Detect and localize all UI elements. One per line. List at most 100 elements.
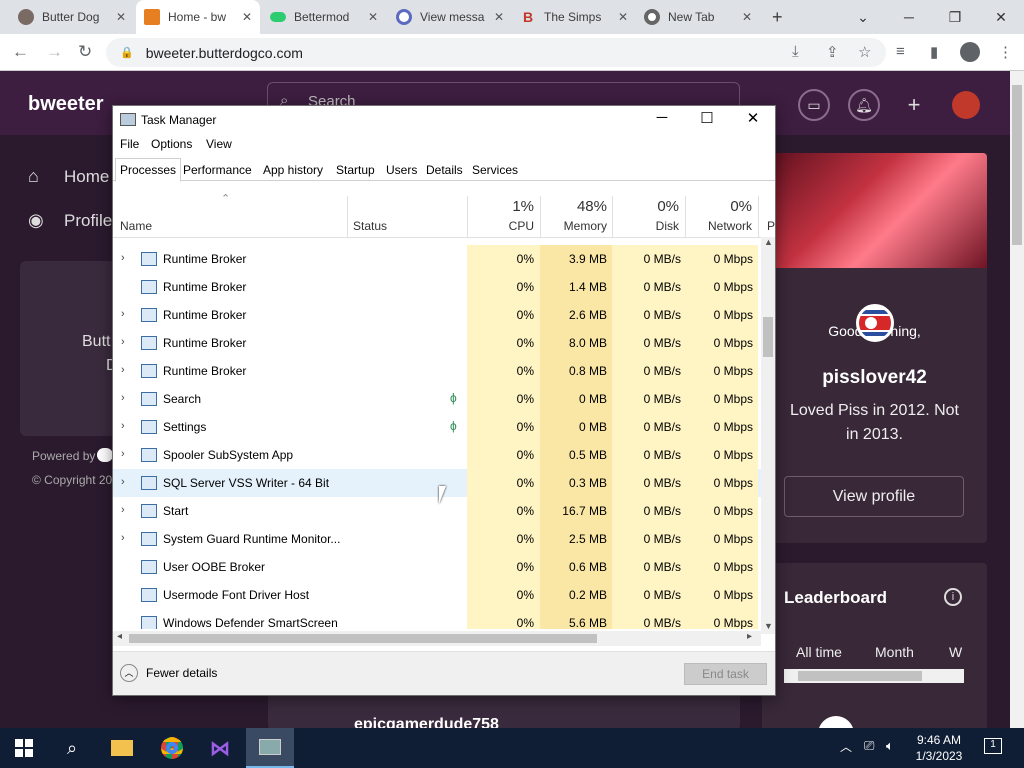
messages-icon[interactable]: ▭	[798, 89, 830, 121]
info-icon[interactable]: i	[944, 588, 962, 606]
browser-tab[interactable]: New Tab ✕	[636, 0, 760, 34]
leaderboard-tab-alltime[interactable]: All time	[796, 644, 842, 660]
scroll-left-icon[interactable]: ◂	[117, 631, 122, 642]
expand-chevron-icon[interactable]: ›	[121, 252, 125, 264]
profile-avatar-icon[interactable]	[960, 42, 980, 62]
address-bar[interactable]: 🔒 bweeter.butterdogco.com	[106, 38, 886, 67]
notification-center-icon[interactable]: 1	[984, 738, 1002, 754]
lock-icon[interactable]: 🔒	[120, 46, 134, 59]
table-row[interactable]: › SQL Server VSS Writer - 64 Bit 0% 0.3 MB 0…	[113, 469, 763, 497]
chrome-icon[interactable]	[148, 728, 196, 768]
close-tab-icon[interactable]: ✕	[368, 10, 378, 24]
start-windows-icon[interactable]	[0, 728, 48, 768]
notifications-bell-icon[interactable]: 🔔︎	[848, 89, 880, 121]
close-tab-icon[interactable]: ✕	[618, 10, 628, 24]
leaderboard-tab-week[interactable]: W	[949, 644, 962, 660]
process-list-hscrollbar[interactable]: ◂ ▸	[113, 631, 761, 646]
scroll-down-icon[interactable]: ▼	[764, 621, 773, 631]
minimize-icon[interactable]: ─	[640, 109, 684, 126]
close-tab-icon[interactable]: ✕	[116, 10, 126, 24]
scroll-right-icon[interactable]: ▸	[747, 631, 752, 642]
hscroll-thumb[interactable]	[129, 634, 597, 643]
table-row[interactable]: › Settings ϕ 0% 0 MB 0 MB/s 0 Mbps	[113, 413, 763, 441]
table-row[interactable]: User OOBE Broker 0% 0.6 MB 0 MB/s 0 Mbps	[113, 553, 763, 581]
close-window-icon[interactable]: ✕	[978, 0, 1024, 34]
table-row[interactable]: › Spooler SubSystem App 0% 0.5 MB 0 MB/s 0 Mb…	[113, 441, 763, 469]
close-tab-icon[interactable]: ✕	[242, 10, 252, 24]
browser-tab[interactable]: Bettermod ✕	[262, 0, 386, 34]
minimize-icon[interactable]: ─	[886, 0, 932, 34]
system-clock[interactable]: 9:46 AM 1/3/2023	[906, 732, 972, 764]
tab-startup[interactable]: Startup	[332, 161, 379, 181]
task-manager-taskbar-icon[interactable]	[246, 728, 294, 768]
expand-chevron-icon[interactable]: ›	[121, 448, 125, 460]
fewer-details-button[interactable]: ︿ Fewer details	[120, 664, 217, 682]
close-tab-icon[interactable]: ✕	[742, 10, 752, 24]
network-icon[interactable]: ⎚	[864, 738, 874, 754]
new-tab-button[interactable]: +	[764, 0, 794, 34]
expand-chevron-icon[interactable]: ›	[121, 364, 125, 376]
page-scrollbar[interactable]	[1010, 71, 1024, 728]
table-row[interactable]: Runtime Broker 0% 1.4 MB 0 MB/s 0 Mbps	[113, 273, 763, 301]
site-logo[interactable]: bweeter	[28, 93, 104, 116]
sidebar-item-profile[interactable]: ◉ Profile	[28, 210, 112, 231]
end-task-button[interactable]: End task	[684, 663, 767, 685]
menu-view[interactable]: View	[206, 137, 232, 151]
expand-chevron-icon[interactable]: ›	[121, 336, 125, 348]
taskbar-search-icon[interactable]: ⌕	[48, 728, 96, 768]
table-row[interactable]: › Start 0% 16.7 MB 0 MB/s 0 Mbps	[113, 497, 763, 525]
forward-icon[interactable]: →	[46, 42, 63, 62]
table-row[interactable]: › Search ϕ 0% 0 MB 0 MB/s 0 Mbps	[113, 385, 763, 413]
volume-icon[interactable]: 🔈︎	[886, 738, 894, 754]
sidebar-item-home[interactable]: ⌂ Home	[28, 166, 109, 187]
tray-overflow-icon[interactable]: ︿	[840, 738, 852, 755]
back-icon[interactable]: ←	[12, 42, 29, 62]
tab-details[interactable]: Details	[422, 161, 467, 181]
side-panel-icon[interactable]: ▮	[930, 43, 938, 61]
scroll-up-icon[interactable]: ▲	[764, 237, 773, 247]
tab-services[interactable]: Services	[468, 161, 522, 181]
vscroll-thumb[interactable]	[763, 317, 773, 357]
maximize-icon[interactable]: ☐	[685, 109, 729, 127]
table-row[interactable]: Windows Defender SmartScreen 0% 5.6 MB 0 MB…	[113, 609, 763, 629]
table-row[interactable]: › Runtime Broker 0% 0.8 MB 0 MB/s 0 Mbps	[113, 357, 763, 385]
tab-search-icon[interactable]: ⌄	[840, 0, 886, 34]
add-post-icon[interactable]: +	[898, 89, 930, 121]
tab-users[interactable]: Users	[382, 161, 421, 181]
expand-chevron-icon[interactable]: ›	[121, 392, 125, 404]
expand-chevron-icon[interactable]: ›	[121, 476, 125, 488]
expand-chevron-icon[interactable]: ›	[121, 420, 125, 432]
process-list-vscrollbar[interactable]: ▲ ▼	[761, 237, 775, 634]
leaderboard-tab-month[interactable]: Month	[875, 644, 914, 660]
table-row[interactable]: › Runtime Broker 0% 3.9 MB 0 MB/s 0 Mbps	[113, 245, 763, 273]
table-row[interactable]: › Runtime Broker 0% 8.0 MB 0 MB/s 0 Mbps	[113, 329, 763, 357]
browser-tab-active[interactable]: Home - bw ✕	[136, 0, 260, 34]
tab-processes[interactable]: Processes	[115, 158, 182, 182]
table-row[interactable]: › Runtime Broker 0% 2.6 MB 0 MB/s 0 Mbps	[113, 301, 763, 329]
tab-performance[interactable]: Performance	[179, 161, 256, 181]
bookmark-star-icon[interactable]: ☆	[858, 43, 871, 61]
menu-kebab-icon[interactable]: ⋮	[998, 43, 1013, 61]
file-explorer-icon[interactable]	[98, 728, 146, 768]
theme-toggle[interactable]	[97, 448, 113, 462]
leaderboard-hscrollbar[interactable]	[784, 669, 964, 683]
install-icon[interactable]: ⤓	[792, 43, 799, 60]
browser-tab[interactable]: Butter Dog ✕	[10, 0, 134, 34]
expand-chevron-icon[interactable]: ›	[121, 308, 125, 320]
browser-tab[interactable]: View messa ✕	[388, 0, 512, 34]
expand-chevron-icon[interactable]: ›	[121, 504, 125, 516]
close-window-icon[interactable]: ✕	[731, 109, 775, 127]
user-avatar[interactable]	[952, 91, 980, 119]
share-icon[interactable]: ⇪	[826, 43, 839, 61]
expand-chevron-icon[interactable]: ›	[121, 532, 125, 544]
menu-file[interactable]: File	[120, 137, 139, 151]
close-tab-icon[interactable]: ✕	[494, 10, 504, 24]
reload-icon[interactable]: ↻	[78, 42, 92, 62]
page-scrollbar-thumb[interactable]	[1012, 85, 1022, 245]
restore-icon[interactable]: ❐	[932, 0, 978, 34]
table-row[interactable]: › System Guard Runtime Monitor... 0% 2.5 MB…	[113, 525, 763, 553]
post-username[interactable]: epicgamerdude758	[354, 716, 499, 728]
view-profile-button[interactable]: View profile	[784, 476, 964, 517]
tab-app-history[interactable]: App history	[259, 161, 327, 181]
visual-studio-icon[interactable]: ⋈	[196, 728, 244, 768]
